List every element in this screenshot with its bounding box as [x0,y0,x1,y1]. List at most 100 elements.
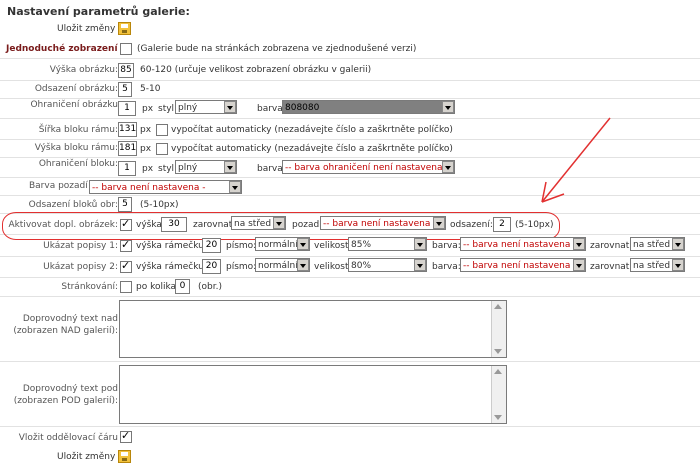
caption2-font-select[interactable]: normální [255,258,310,272]
caption2-color-select[interactable]: -- barva není nastavena - [460,258,586,272]
block-border-width[interactable]: 1 [118,161,136,176]
row-text-below: Doprovodný text pod (zobrazen POD galeri… [0,363,700,427]
scrollbar[interactable] [491,301,506,357]
caption1-checkbox[interactable] [120,238,132,252]
paging-label: Stránkování: [61,282,118,292]
frame-height-input[interactable]: 181 [118,141,137,156]
caption2-color-label: barva: [432,262,461,272]
save-label-top: Uložit změny [57,24,116,34]
text-below-textarea[interactable] [119,365,507,424]
chevron-down-icon [224,161,236,173]
px-unit: px [140,144,152,154]
chevron-down-icon [672,259,684,271]
caption1-height-label: výška rámečku: [136,241,207,251]
image-border-label: Ohraničení obrázku [30,100,118,110]
text-above-label-1: Doprovodný text nad [22,314,118,324]
image-height-input[interactable]: 85 [118,63,134,78]
image-spacing-note: 5-10 [140,84,161,94]
simple-checkbox[interactable] [120,43,132,55]
divider-checkbox[interactable] [120,429,132,443]
caption2-checkbox[interactable] [120,259,132,273]
paging-count-input[interactable]: 0 [175,279,190,294]
image-border-style-select[interactable]: plný [175,100,237,114]
caption1-font-label: písmo: [226,241,257,251]
image-border-width[interactable]: 1 [118,101,136,116]
row-simple: Jednoduché zobrazení (Galerie bude na st… [0,40,700,59]
caption1-color-label: barva: [432,241,461,251]
frame-width-input[interactable]: 131 [118,122,137,137]
text-above-textarea[interactable] [119,300,507,358]
chevron-down-icon [297,238,309,250]
frame-height-auto-checkbox[interactable] [156,143,168,155]
chevron-down-icon [229,181,241,193]
px-unit: px [140,125,152,135]
chevron-down-icon [297,259,309,271]
scroll-up-icon [494,369,502,374]
frame-width-auto-checkbox[interactable] [156,124,168,136]
block-spacing-note: (5-10px) [140,200,179,210]
px-unit: px [142,104,154,114]
row-caption-2: Ukázat popisy 2: výška rámečku: 20 písmo… [0,257,700,278]
caption1-color-select[interactable]: -- barva není nastavena - [460,237,586,251]
paging-after-label: po kolika: [136,282,180,292]
image-height-label: Výška obrázku: [49,65,118,75]
chevron-down-icon [573,259,585,271]
row-paging: Stránkování: po kolika: 0 (obr.) [0,278,700,297]
image-height-note: 60-120 (určuje velikost zobrazení obrázk… [140,65,372,75]
caption2-height-label: výška rámečku: [136,262,207,272]
image-border-color-select[interactable]: 808080 [282,100,455,114]
simple-note: (Galerie bude na stránkách zobrazena ve … [137,44,417,54]
annotation-arrow [541,117,611,203]
page-title: Nastavení parametrů galerie: [7,5,190,18]
block-border-style-select[interactable]: plný [175,160,237,174]
paging-note: (obr.) [198,282,222,292]
image-spacing-input[interactable]: 5 [118,82,132,97]
px-unit: px [142,164,154,174]
caption2-align-label: zarovnat: [590,262,633,272]
caption2-align-select[interactable]: na střed [630,258,685,272]
caption1-font-select[interactable]: normální [255,237,310,251]
chevron-down-icon [442,101,454,113]
save-icon[interactable] [118,22,131,35]
paging-checkbox[interactable] [120,281,132,293]
row-text-above: Doprovodný text nad (zobrazen NAD galeri… [0,297,700,362]
caption2-size-select[interactable]: 80% [348,258,427,272]
simple-label: Jednoduché zobrazení [6,44,118,54]
scroll-up-icon [494,304,502,309]
scroll-down-icon [494,415,502,420]
frame-height-note: vypočítat automaticky (nezadávejte číslo… [171,144,453,154]
row-caption-1: Ukázat popisy 1: výška rámečku: 20 písmo… [0,236,700,257]
block-border-label: Ohraničení bloku: [38,159,118,169]
frame-height-label: Výška bloku rámu: [34,143,118,153]
image-spacing-label: Odsazení obrázku: [34,84,118,94]
chevron-down-icon [573,238,585,250]
block-spacing-label: Odsazení bloků obr: [28,200,118,210]
scroll-down-icon [494,349,502,354]
chevron-down-icon [414,259,426,271]
row-image-spacing: Odsazení obrázku: 5 5-10 [0,81,700,99]
chevron-down-icon [672,238,684,250]
block-spacing-input[interactable]: 5 [118,197,132,212]
text-below-label-1: Doprovodný text pod [22,384,118,394]
text-below-label-2: (zobrazen POD galerií): [13,396,118,406]
caption1-label: Ukázat popisy 1: [43,241,118,251]
scrollbar[interactable] [491,366,506,423]
chevron-down-icon [224,101,236,113]
text-above-label-2: (zobrazen NAD galerií): [13,326,118,336]
frame-width-note: vypočítat automaticky (nezadávejte číslo… [171,125,453,135]
caption2-height-input[interactable]: 20 [202,259,221,274]
caption2-size-label: velikost: [314,262,352,272]
block-bg-color-select[interactable]: -- barva není nastavena - [89,180,242,194]
frame-width-label: Šířka bloku rámu: [38,125,118,135]
caption1-height-input[interactable]: 20 [202,238,221,253]
caption1-align-select[interactable]: na střed [630,237,685,251]
caption1-size-select[interactable]: 85% [348,237,427,251]
row-image-height: Výška obrázku: 85 60-120 (určuje velikos… [0,60,700,81]
caption1-align-label: zarovnat: [590,241,633,251]
chevron-down-icon [414,238,426,250]
block-border-color-select[interactable]: -- barva ohraničení není nastavena -- [282,160,455,174]
caption1-size-label: velikost: [314,241,352,251]
save-icon[interactable] [118,450,131,463]
save-label-bottom: Uložit změny [57,452,116,462]
divider-label: Vložit oddělovací čáru [18,433,118,443]
